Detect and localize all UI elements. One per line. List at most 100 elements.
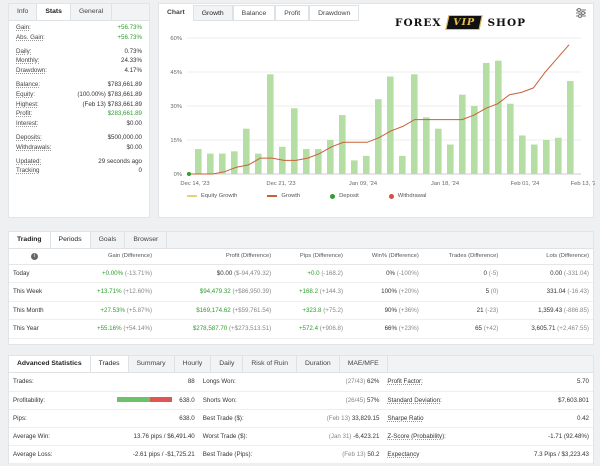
period-cell: +572.4 (+906.8)	[275, 319, 347, 339]
chart-bar[interactable]	[423, 117, 430, 174]
chart-bar[interactable]	[531, 144, 538, 174]
stat-value: 29 seconds ago	[98, 157, 142, 165]
tab-drawdown[interactable]: Drawdown	[309, 5, 360, 21]
legend-equity[interactable]: Equity Growth	[187, 193, 237, 199]
chart-bar[interactable]	[363, 155, 370, 174]
tab-chart[interactable]: Chart	[159, 5, 193, 21]
chart-bar[interactable]	[219, 153, 226, 174]
tab-general[interactable]: General	[71, 4, 113, 20]
tab-risk-of-ruin[interactable]: Risk of Ruin	[243, 356, 297, 372]
chart-bar[interactable]	[267, 74, 274, 174]
period-value: (+54.14%)	[123, 325, 153, 333]
tab-trades[interactable]: Trades	[90, 356, 129, 372]
legend-growth[interactable]: Growth	[267, 193, 300, 199]
tab-goals[interactable]: Goals	[91, 232, 126, 248]
chart-bar[interactable]	[507, 103, 514, 174]
tab-mae-mfe[interactable]: MAE/MFE	[340, 356, 388, 372]
tab-balance[interactable]: Balance	[232, 5, 276, 21]
adv-value: 33,829.15	[351, 414, 380, 422]
tab-growth[interactable]: Growth	[192, 5, 233, 21]
y-tick-label: 30%	[170, 104, 182, 110]
tab-periods[interactable]: Periods	[50, 232, 91, 248]
tab-browser[interactable]: Browser	[125, 232, 168, 248]
chart-bar[interactable]	[231, 151, 238, 174]
advanced-cell: Profitability:	[9, 391, 99, 410]
advanced-row: Average Loss: -2.61 pips / -$1,725.21 Best…	[9, 445, 593, 464]
chart-bar[interactable]	[255, 153, 262, 174]
chart-bar[interactable]	[399, 155, 406, 174]
adv-label: Shorts Won:	[202, 396, 237, 404]
advanced-cell: 638.0	[98, 409, 199, 428]
sliders-icon[interactable]	[575, 7, 587, 19]
stats-list: Gain: +56.73% Abs. Gain: +56.73% Daily: 0.73…	[9, 21, 149, 178]
tab-trading[interactable]: Trading	[9, 232, 51, 248]
col-win: Win% (Difference)	[347, 249, 423, 265]
period-cell: +0.00% (-13.71%)	[69, 264, 157, 283]
adv-label[interactable]: Z-Score (Probability):	[387, 433, 445, 440]
deposit-marker[interactable]	[187, 172, 191, 176]
x-tick-label: Jan 18, '24	[431, 181, 460, 187]
chart-bar[interactable]	[459, 94, 466, 174]
stat-value: +56.73%	[117, 24, 142, 31]
chart-bar[interactable]	[519, 135, 526, 174]
period-value: (-100%)	[396, 269, 419, 277]
stat-value: $783,661.89	[107, 80, 142, 88]
adv-label[interactable]: Profit Factor:	[387, 378, 422, 385]
stat-label: Updated:	[16, 157, 42, 165]
advanced-cell: Trades:	[9, 373, 99, 392]
stat-value: 0.73%	[124, 47, 142, 55]
adv-value: 7.3 Pips / $3,223.43	[533, 450, 589, 458]
tab-profit[interactable]: Profit	[275, 5, 310, 21]
chart-bar[interactable]	[543, 140, 550, 174]
tab-stats[interactable]: Stats	[37, 4, 71, 20]
adv-value: 638.0	[179, 414, 195, 422]
chart-bar[interactable]	[435, 128, 442, 174]
periods-table: i Gain (Difference) Profit (Difference) …	[9, 249, 593, 339]
chart-bar[interactable]	[411, 74, 418, 174]
stat-value: $283,661.89	[107, 110, 142, 118]
period-value: (-331.04)	[563, 269, 589, 277]
period-value: This Year	[13, 325, 39, 333]
info-icon[interactable]: i	[9, 249, 69, 265]
period-value: 331.04	[546, 288, 566, 296]
period-cell: 100% (+20%)	[347, 282, 423, 302]
stat-row: Deposits: $500,000.00	[16, 133, 142, 143]
chart-bar[interactable]	[483, 62, 490, 174]
chart-bar[interactable]	[495, 60, 502, 174]
x-tick-label: Dec 21, '23	[266, 181, 295, 187]
chart-bar[interactable]	[243, 128, 250, 174]
advanced-cell: 88	[98, 373, 199, 392]
period-value: +572.4	[298, 325, 319, 333]
chart-bar[interactable]	[303, 149, 310, 174]
advanced-cell: Average Win:	[9, 427, 99, 446]
chart-bar[interactable]	[195, 149, 202, 174]
tab-daily[interactable]: Daily	[211, 356, 244, 372]
chart-bar[interactable]	[351, 160, 358, 174]
adv-label: Pips:	[13, 414, 27, 422]
chart-bar[interactable]	[447, 144, 454, 174]
chart-bar[interactable]	[327, 140, 334, 174]
advanced-cell: Profit Factor:	[383, 373, 494, 392]
chart-bar[interactable]	[207, 153, 214, 174]
chart-bar[interactable]	[291, 108, 298, 174]
adv-value: 88	[187, 378, 195, 386]
stat-row: Updated: 29 seconds ago	[16, 157, 142, 167]
chart-bar[interactable]	[555, 137, 562, 174]
tab-hourly[interactable]: Hourly	[175, 356, 212, 372]
col-pips: Pips (Difference)	[275, 249, 347, 265]
chart-bar[interactable]	[339, 115, 346, 174]
tab-duration[interactable]: Duration	[297, 356, 340, 372]
adv-label: Average Loss:	[13, 450, 53, 458]
chart-bar[interactable]	[387, 76, 394, 174]
adv-label[interactable]: Standard Deviation:	[387, 397, 441, 404]
adv-label[interactable]: Expectancy	[387, 451, 419, 458]
tab-summary[interactable]: Summary	[129, 356, 175, 372]
legend-withdrawal[interactable]: Withdrawal	[388, 193, 426, 199]
legend-deposit[interactable]: Deposit	[330, 193, 359, 199]
tab-info[interactable]: Info	[9, 4, 38, 20]
tab-advanced-statistics[interactable]: Advanced Statistics	[9, 356, 91, 372]
adv-label[interactable]: Sharpe Ratio	[387, 415, 423, 422]
chart-panel: Chart Growth Balance Profit Drawdown FOR…	[158, 3, 595, 218]
advanced-cell: -1.71 (92.48%)	[493, 427, 593, 446]
chart-bar[interactable]	[567, 81, 574, 174]
